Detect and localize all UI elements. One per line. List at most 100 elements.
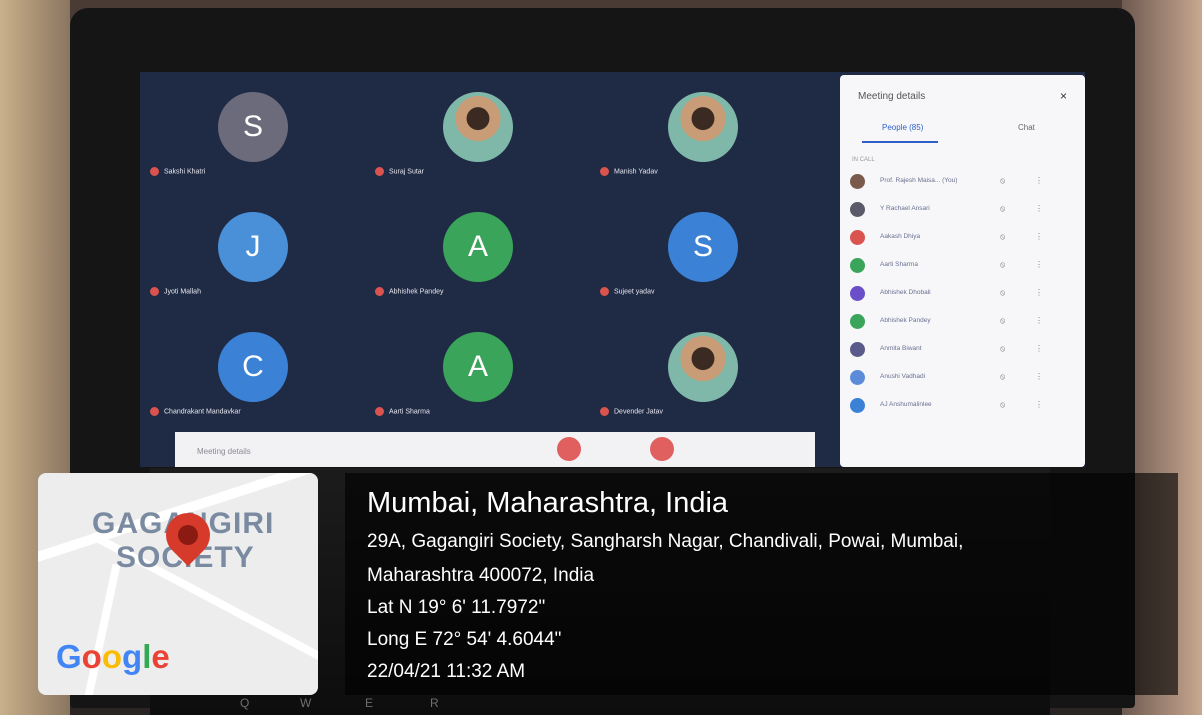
location-address-line2: Maharashtra 400072, India xyxy=(367,565,595,586)
people-list-item[interactable]: Y Rachael Ansari ⦸ ⋮ xyxy=(850,199,1070,221)
tab-chat[interactable]: Chat xyxy=(1018,123,1035,132)
key-w: W xyxy=(300,696,312,710)
mic-muted-icon: ⦸ xyxy=(1000,344,1006,353)
person-avatar xyxy=(850,202,865,217)
participant-tile[interactable]: J Jyoti Mallah xyxy=(140,192,365,310)
participant-name: Devender Jatav xyxy=(614,408,664,416)
participant-tile[interactable]: Devender Jatav xyxy=(590,312,815,430)
participant-tile[interactable]: S Sakshi Khatri xyxy=(140,72,365,190)
location-info-box: Mumbai, Maharashtra, India 29A, Gagangir… xyxy=(345,473,1178,695)
location-pin-center xyxy=(178,525,198,545)
mic-muted-icon xyxy=(150,407,159,416)
participant-grid: S Sakshi Khatri Suraj Sutar Manish Yadav J Jy… xyxy=(140,72,815,432)
more-options-icon[interactable]: ⋮ xyxy=(1035,316,1043,325)
person-avatar xyxy=(850,398,865,413)
google-logo: Google xyxy=(56,638,170,675)
participant-photo xyxy=(668,92,738,162)
mic-muted-icon: ⦸ xyxy=(1000,176,1006,185)
participant-tile[interactable]: A Aarti Sharma xyxy=(365,312,590,430)
participant-name-row: Sakshi Khatri xyxy=(150,167,205,176)
participant-avatar: J xyxy=(218,212,288,282)
mute-mic-button[interactable] xyxy=(557,437,581,461)
mic-muted-icon xyxy=(150,167,159,176)
participant-name-row: Abhishek Pandey xyxy=(375,287,443,296)
participant-name: Chandrakant Mandavkar xyxy=(164,408,241,416)
participant-name-row: Manish Yadav xyxy=(600,167,658,176)
person-name: Y Rachael Ansari xyxy=(880,205,930,212)
tab-people[interactable]: People (85) xyxy=(882,123,923,132)
people-list-item[interactable]: Aakash Dhiya ⦸ ⋮ xyxy=(850,227,1070,249)
close-icon[interactable]: × xyxy=(1060,89,1067,103)
participant-name: Aarti Sharma xyxy=(389,408,430,416)
mic-muted-icon: ⦸ xyxy=(1000,288,1006,297)
participant-name: Sujeet yadav xyxy=(614,288,655,296)
participant-tile[interactable]: S Sujeet yadav xyxy=(590,192,815,310)
participant-photo xyxy=(443,92,513,162)
laptop-screen: S Sakshi Khatri Suraj Sutar Manish Yadav J Jy… xyxy=(140,72,1085,467)
participant-tile[interactable]: C Chandrakant Mandavkar xyxy=(140,312,365,430)
person-name: Anushi Vadhadi xyxy=(880,373,926,380)
meeting-details-panel: Meeting details × People (85) Chat IN CA… xyxy=(840,75,1085,467)
person-name: AJ Anshumalinlee xyxy=(880,401,932,408)
person-name: Aakash Dhiya xyxy=(880,233,921,240)
map-thumbnail: GAGANGIRI SOCIETY Google xyxy=(38,473,318,695)
more-options-icon[interactable]: ⋮ xyxy=(1035,288,1043,297)
mic-muted-icon: ⦸ xyxy=(1000,400,1006,409)
person-avatar xyxy=(850,286,865,301)
person-name: Aarti Sharma xyxy=(880,261,918,268)
mic-muted-icon: ⦸ xyxy=(1000,372,1006,381)
people-list-item[interactable]: Prof. Rajesh Maisa... (You) ⦸ ⋮ xyxy=(850,171,1070,193)
meeting-details-link[interactable]: Meeting details xyxy=(197,447,251,456)
more-options-icon[interactable]: ⋮ xyxy=(1035,232,1043,241)
more-options-icon[interactable]: ⋮ xyxy=(1035,372,1043,381)
participant-photo xyxy=(668,332,738,402)
active-tab-indicator xyxy=(862,141,938,143)
mic-muted-icon xyxy=(600,287,609,296)
mic-muted-icon: ⦸ xyxy=(1000,316,1006,325)
participant-avatar: S xyxy=(668,212,738,282)
person-name: Prof. Rajesh Maisa... (You) xyxy=(880,177,958,184)
more-options-icon[interactable]: ⋮ xyxy=(1035,176,1043,185)
mic-muted-icon: ⦸ xyxy=(1000,232,1006,241)
meeting-toolbar: Meeting details xyxy=(175,432,815,467)
person-avatar xyxy=(850,258,865,273)
more-options-icon[interactable]: ⋮ xyxy=(1035,260,1043,269)
location-latitude: Lat N 19° 6' 11.7972" xyxy=(367,597,546,618)
people-list-item[interactable]: AJ Anshumalinlee ⦸ ⋮ xyxy=(850,395,1070,417)
participant-tile[interactable]: A Abhishek Pandey xyxy=(365,192,590,310)
people-list-item[interactable]: Anushi Vadhadi ⦸ ⋮ xyxy=(850,367,1070,389)
key-r: R xyxy=(430,696,439,710)
participant-tile[interactable]: Suraj Sutar xyxy=(365,72,590,190)
key-e: E xyxy=(365,696,374,710)
in-call-section-label: IN CALL xyxy=(852,157,875,163)
people-list-item[interactable]: Abhishek Dhobali ⦸ ⋮ xyxy=(850,283,1070,305)
person-name: Abhishek Dhobali xyxy=(880,289,931,296)
mic-muted-icon xyxy=(375,167,384,176)
participant-name-row: Chandrakant Mandavkar xyxy=(150,407,241,416)
person-avatar xyxy=(850,342,865,357)
more-options-icon[interactable]: ⋮ xyxy=(1035,344,1043,353)
person-avatar xyxy=(850,174,865,189)
mic-muted-icon xyxy=(600,407,609,416)
participant-avatar: A xyxy=(443,212,513,282)
participant-avatar: S xyxy=(218,92,288,162)
people-list-item[interactable]: Anmita Biwant ⦸ ⋮ xyxy=(850,339,1070,361)
participant-name-row: Aarti Sharma xyxy=(375,407,430,416)
more-options-icon[interactable]: ⋮ xyxy=(1035,204,1043,213)
mic-muted-icon xyxy=(375,407,384,416)
location-longitude: Long E 72° 54' 4.6044" xyxy=(367,629,562,650)
key-q: Q xyxy=(240,696,250,710)
people-list-item[interactable]: Aarti Sharma ⦸ ⋮ xyxy=(850,255,1070,277)
participant-name-row: Suraj Sutar xyxy=(375,167,424,176)
mic-muted-icon: ⦸ xyxy=(1000,204,1006,213)
mic-muted-icon: ⦸ xyxy=(1000,260,1006,269)
person-avatar xyxy=(850,230,865,245)
panel-title: Meeting details xyxy=(858,91,926,102)
participant-name: Suraj Sutar xyxy=(389,168,425,176)
camera-off-button[interactable] xyxy=(650,437,674,461)
more-options-icon[interactable]: ⋮ xyxy=(1035,400,1043,409)
participant-tile[interactable]: Manish Yadav xyxy=(590,72,815,190)
people-list-item[interactable]: Abhishek Pandey ⦸ ⋮ xyxy=(850,311,1070,333)
location-city: Mumbai, Maharashtra, India xyxy=(367,487,729,519)
mic-muted-icon xyxy=(375,287,384,296)
